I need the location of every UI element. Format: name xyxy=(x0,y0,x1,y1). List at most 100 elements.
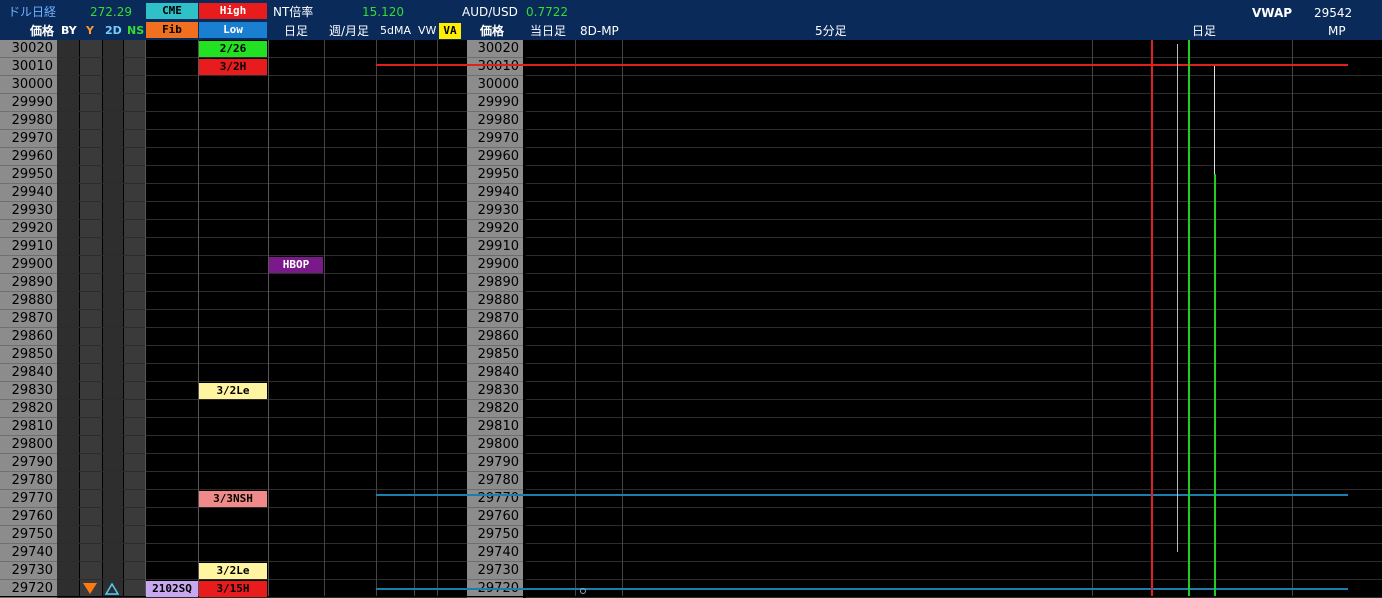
price-cell: 29750 xyxy=(0,526,57,544)
separator xyxy=(268,40,269,596)
cme-button[interactable]: CME xyxy=(146,3,198,19)
grid-row xyxy=(57,526,467,544)
grid-row xyxy=(57,94,467,112)
grid-row xyxy=(57,238,467,256)
grid-row xyxy=(57,274,467,292)
grid-row xyxy=(526,58,1382,76)
price-cell: 29830 xyxy=(0,382,57,400)
price-cell: 29950 xyxy=(0,166,57,184)
grid-row xyxy=(526,256,1382,274)
grid-row xyxy=(57,436,467,454)
separator xyxy=(324,40,325,596)
price-cell: 29920 xyxy=(467,220,523,238)
col-by: BY xyxy=(61,24,77,37)
grid-row xyxy=(526,436,1382,454)
triangle-up-cyan-icon xyxy=(105,583,119,595)
grid-row xyxy=(526,544,1382,562)
price-cell: 30010 xyxy=(467,58,523,76)
grid-row xyxy=(57,454,467,472)
tag-3-15h: 3/15H xyxy=(199,581,267,597)
grid-row xyxy=(57,256,467,274)
green-vertical-line xyxy=(1188,40,1190,596)
col-daily: 日足 xyxy=(284,24,309,38)
grid-row xyxy=(526,454,1382,472)
vwap-label: VWAP xyxy=(1252,6,1293,20)
grid-row xyxy=(57,364,467,382)
price-cell: 29850 xyxy=(467,346,523,364)
grid-row xyxy=(526,472,1382,490)
grid-row xyxy=(526,94,1382,112)
separator xyxy=(198,40,199,596)
tag-2-26: 2/26 xyxy=(199,41,267,57)
grid-row xyxy=(526,328,1382,346)
price-cell: 29760 xyxy=(0,508,57,526)
price-cell: 29980 xyxy=(467,112,523,130)
candle-wick xyxy=(1177,44,1178,552)
top-header: ドル日経 272.29 CME High Fib Low NT倍率 15.120… xyxy=(0,0,1382,40)
separator xyxy=(1292,40,1293,596)
col-daily-2: 日足 xyxy=(1192,24,1217,38)
fib-button[interactable]: Fib xyxy=(146,22,198,38)
separator xyxy=(575,40,576,596)
grid-row xyxy=(57,418,467,436)
col-mp: MP xyxy=(1328,24,1346,38)
grid-row xyxy=(526,148,1382,166)
price-cell: 29750 xyxy=(467,526,523,544)
price-cell: 29770 xyxy=(0,490,57,508)
grid-row xyxy=(57,130,467,148)
separator xyxy=(376,40,377,596)
price-cell: 29820 xyxy=(467,400,523,418)
price-cell: 29870 xyxy=(467,310,523,328)
price-cell: 29770 xyxy=(467,490,523,508)
separator xyxy=(414,40,415,596)
price-cell: 29730 xyxy=(0,562,57,580)
high-button[interactable]: High xyxy=(199,3,267,19)
va-toggle[interactable]: VA xyxy=(439,23,461,39)
col-y: Y xyxy=(86,24,94,37)
grid-row xyxy=(57,220,467,238)
grid-row xyxy=(57,76,467,94)
price-cell: 29920 xyxy=(0,220,57,238)
grid-row xyxy=(57,112,467,130)
grid-row xyxy=(526,40,1382,58)
price-cell: 29890 xyxy=(0,274,57,292)
price-cell: 29950 xyxy=(467,166,523,184)
price-cell: 29940 xyxy=(467,184,523,202)
low-button[interactable]: Low xyxy=(199,22,267,38)
tag-2102sq: 2102SQ xyxy=(146,581,198,597)
grid-row xyxy=(526,130,1382,148)
price-cell: 29970 xyxy=(0,130,57,148)
grid-row xyxy=(526,202,1382,220)
price-cell: 29930 xyxy=(467,202,523,220)
grid-row xyxy=(526,238,1382,256)
price-cell: 29880 xyxy=(0,292,57,310)
grid-row xyxy=(57,166,467,184)
green-candle-body xyxy=(1214,174,1216,596)
col-2d: 2D xyxy=(105,24,122,37)
price-cell: 30000 xyxy=(0,76,57,94)
vwap-value: 29542 xyxy=(1314,6,1353,20)
price-cell: 29900 xyxy=(467,256,523,274)
col-price-2: 価格 xyxy=(480,24,505,38)
grid-row xyxy=(526,400,1382,418)
grid-row xyxy=(526,310,1382,328)
tag-3-2le-2: 3/2Le xyxy=(199,563,267,579)
tag-3-2le: 3/2Le xyxy=(199,383,267,399)
price-cell: 29810 xyxy=(467,418,523,436)
grid-row xyxy=(57,148,467,166)
grid-row xyxy=(57,202,467,220)
price-cell: 30010 xyxy=(0,58,57,76)
col-price: 価格 xyxy=(30,24,55,38)
left-grid xyxy=(57,40,467,598)
price-cell: 29970 xyxy=(467,130,523,148)
separator xyxy=(437,40,438,596)
price-cell: 29840 xyxy=(467,364,523,382)
nt-ratio-value: 15.120 xyxy=(362,5,404,19)
grid-row xyxy=(526,526,1382,544)
col-weekly-monthly: 週/月足 xyxy=(329,24,370,38)
grid-row xyxy=(526,184,1382,202)
col-5dma: 5dMA xyxy=(380,24,411,37)
price-cell: 29870 xyxy=(0,310,57,328)
aud-usd-value: 0.7722 xyxy=(526,5,568,19)
grid-row xyxy=(526,220,1382,238)
